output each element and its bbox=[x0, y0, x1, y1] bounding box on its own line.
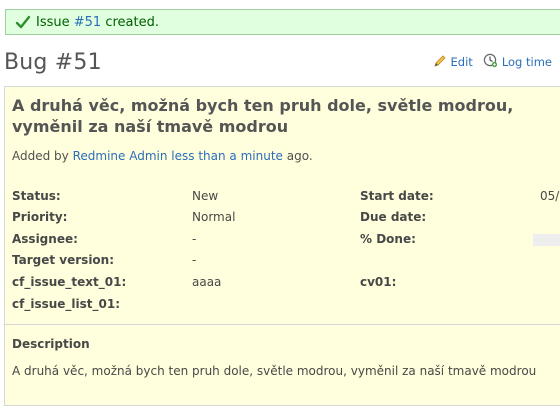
issue-link[interactable]: #51 bbox=[74, 15, 101, 30]
flash-message: Issue #51 created. bbox=[36, 14, 159, 30]
priority-label: Priority: bbox=[12, 210, 68, 224]
start-date-value: 05/ bbox=[540, 189, 560, 203]
assignee-label: Assignee: bbox=[12, 232, 78, 246]
priority-value: Normal bbox=[192, 210, 236, 224]
log-time-button[interactable]: Log time bbox=[483, 53, 552, 71]
percent-done-progress-bar bbox=[533, 234, 560, 246]
description-heading: Description bbox=[12, 337, 90, 351]
issue-author-line: Added by Redmine Admin less than a minut… bbox=[12, 149, 313, 163]
pencil-icon bbox=[433, 54, 451, 71]
cv01-label: cv01: bbox=[360, 275, 397, 289]
status-label: Status: bbox=[12, 189, 61, 203]
divider bbox=[5, 324, 560, 325]
assignee-value: - bbox=[192, 232, 197, 246]
issue-subject: A druhá věc, možná bych ten pruh dole, s… bbox=[12, 96, 514, 136]
cf-issue-text-value: aaaa bbox=[192, 275, 222, 289]
cf-issue-list-label: cf_issue_list_01: bbox=[12, 297, 121, 311]
clock-icon bbox=[483, 53, 502, 71]
target-version-value: - bbox=[192, 253, 197, 267]
edit-label: Edit bbox=[450, 55, 473, 69]
due-date-label: Due date: bbox=[360, 210, 427, 224]
log-time-label: Log time bbox=[501, 55, 552, 69]
created-time-link[interactable]: less than a minute bbox=[171, 149, 283, 163]
author-link[interactable]: Redmine Admin bbox=[73, 149, 168, 163]
page-title: Bug #51 bbox=[4, 50, 102, 75]
flash-notice: Issue #51 created. bbox=[5, 9, 560, 35]
description-text: A druhá věc, možná bych ten pruh dole, s… bbox=[12, 364, 537, 378]
start-date-label: Start date: bbox=[360, 189, 434, 203]
status-value: New bbox=[192, 189, 219, 203]
percent-done-label: % Done: bbox=[360, 232, 416, 246]
contextual-actions: Edit Log time bbox=[423, 53, 552, 71]
check-icon bbox=[15, 14, 31, 30]
issue-panel: A druhá věc, možná bych ten pruh dole, s… bbox=[4, 86, 560, 406]
target-version-label: Target version: bbox=[12, 253, 115, 267]
cf-issue-text-label: cf_issue_text_01: bbox=[12, 275, 127, 289]
edit-button[interactable]: Edit bbox=[433, 54, 473, 71]
